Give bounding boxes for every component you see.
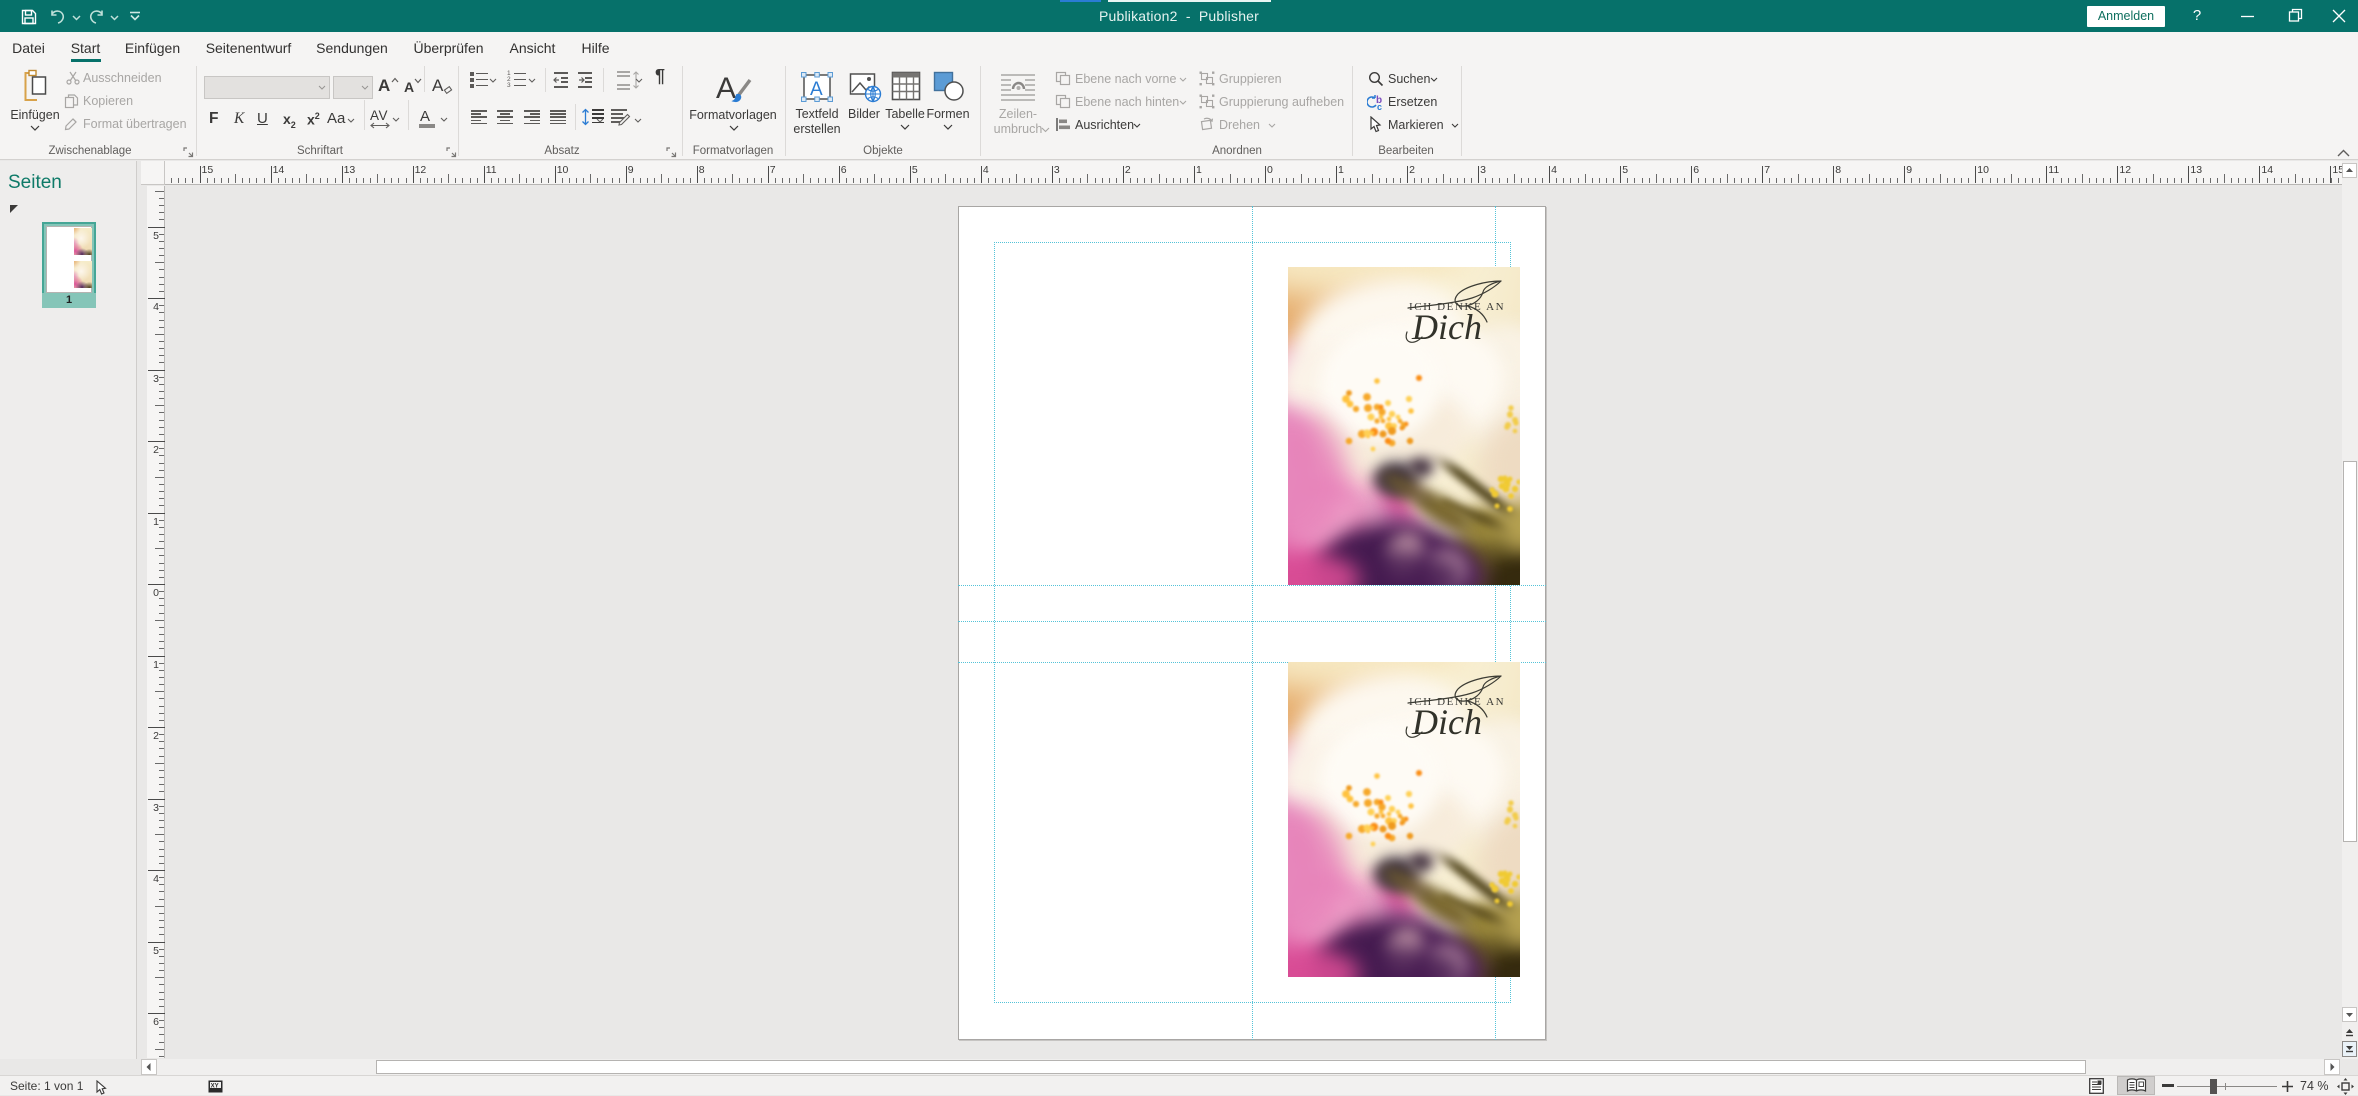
svg-text:XY: XY xyxy=(211,1083,219,1089)
svg-text:Dich: Dich xyxy=(1411,702,1482,742)
svg-text:c: c xyxy=(1377,102,1382,111)
svg-text:Dich: Dich xyxy=(1411,307,1482,347)
svg-text:A: A xyxy=(716,72,736,105)
